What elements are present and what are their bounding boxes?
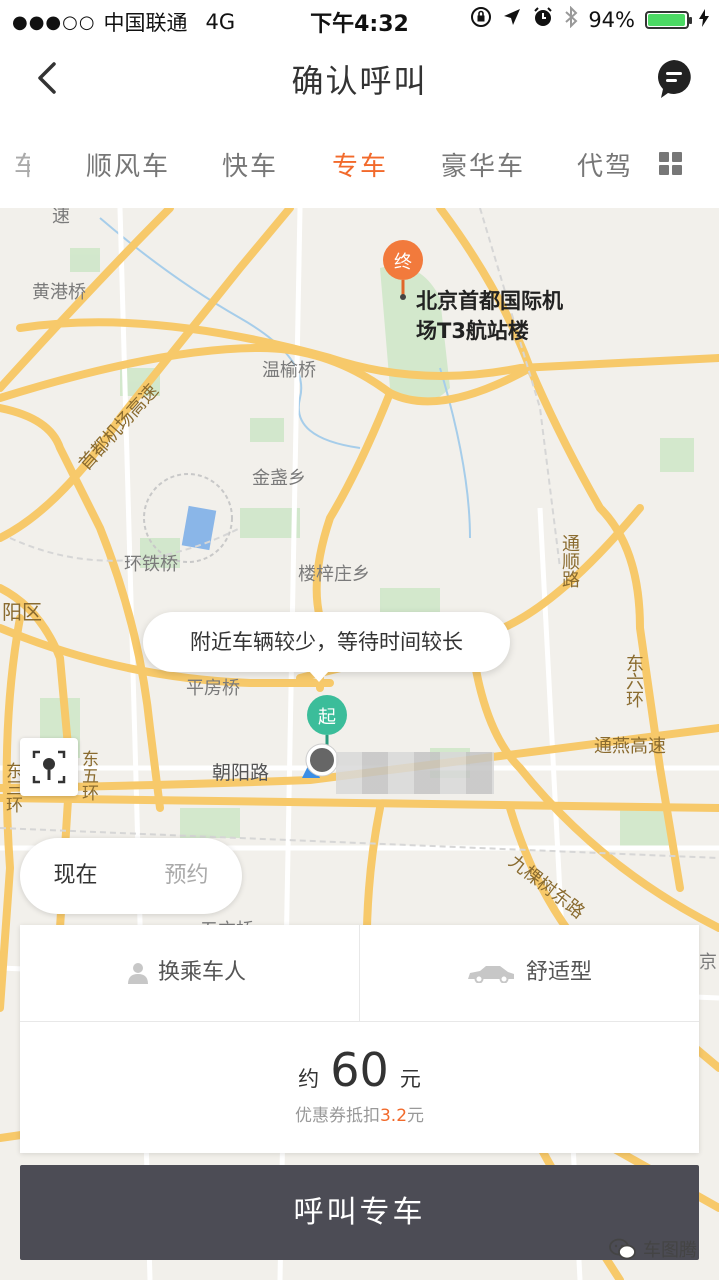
alarm-icon [532, 6, 554, 33]
location-arrow-icon [502, 7, 522, 32]
map-label-chaoyang-road: 朝阳路 [212, 762, 270, 784]
service-tabs: 车 顺风车 快车 专车 豪华车 代驾 [0, 118, 719, 209]
page-title: 确认呼叫 [291, 62, 428, 100]
map-label-tongshun: 通顺路 [559, 534, 580, 588]
grid-icon[interactable] [659, 152, 683, 176]
map-label-pingfang: 平房桥 [186, 678, 240, 699]
person-icon [128, 963, 148, 984]
destination-name-line2: 场T3航站楼 [416, 319, 529, 343]
map-label-top-road: 速 [52, 208, 70, 227]
map-label-chaoyang-district: 阳区 [2, 600, 42, 624]
charging-icon [699, 8, 709, 32]
locate-button[interactable] [20, 738, 78, 796]
time-reserve-label: 预约 [164, 863, 209, 888]
watermark-text: 车图腾 [643, 1240, 697, 1261]
price-prefix: 约 [298, 1067, 320, 1091]
status-bar: ●●●○○ 中国联通 4G 下午4:32 94% [0, 0, 719, 40]
time-toggle: 现在 预约 [20, 838, 242, 914]
price-value: 60 [330, 1043, 389, 1097]
coupon-info[interactable]: 优惠券抵扣3.2元 [20, 1101, 699, 1126]
wechat-icon [609, 1238, 636, 1260]
passenger-label: 换乘车人 [158, 960, 247, 985]
map-label-tongyan: 通燕高速 [594, 736, 666, 757]
map-label-louzizhuang: 楼梓庄乡 [298, 564, 370, 585]
map-label-wenyu: 温榆桥 [262, 360, 316, 381]
time-now-label: 现在 [53, 863, 98, 888]
rotation-lock-icon [470, 6, 492, 33]
coupon-unit: 元 [407, 1106, 425, 1126]
bluetooth-icon [564, 5, 578, 33]
tab-shunfengche[interactable]: 顺风车 [86, 146, 170, 183]
options-divider [359, 925, 360, 1021]
coupon-amount: 3.2 [379, 1106, 408, 1126]
battery-icon [645, 10, 692, 29]
blurred-address [336, 752, 494, 794]
watermark: 车图腾 [609, 1236, 697, 1262]
map-label-east-sixth-ring: 东六环 [623, 654, 644, 708]
map-label-huantie: 环铁桥 [124, 554, 178, 575]
car-type-label: 舒适型 [526, 960, 593, 985]
map-label-right-edge: 京 [699, 952, 717, 973]
order-options-row: 换乘车人 舒适型 [20, 925, 699, 1022]
car-icon [468, 966, 514, 983]
tab-haohuache[interactable]: 豪华车 [441, 146, 525, 183]
coupon-prefix: 优惠券抵扣 [294, 1106, 380, 1126]
map-label-east-fifth-ring: 东五环 [78, 750, 98, 801]
wait-time-tooltip: 附近车辆较少，等待时间较长 [143, 612, 510, 682]
destination-name: 北京首都国际机 场T3航站楼 [416, 286, 563, 346]
price-estimate: 约 60 元 [20, 1043, 699, 1097]
time-now-option[interactable]: 现在 [20, 838, 131, 914]
locate-icon [32, 750, 66, 784]
tab-zhuanche[interactable]: 专车 [332, 146, 388, 183]
time-reserve-option[interactable]: 预约 [131, 838, 242, 914]
tab-kuaiche[interactable]: 快车 [222, 146, 278, 183]
change-passenger-button[interactable]: 换乘车人 [128, 925, 246, 1021]
current-location-marker [300, 740, 340, 780]
nav-bar: 确认呼叫 [0, 40, 719, 118]
car-type-button[interactable]: 舒适型 [466, 925, 592, 1021]
map-label-huanggang: 黄港桥 [32, 282, 86, 303]
call-car-button[interactable]: 呼叫专车 [20, 1165, 699, 1260]
price-unit: 元 [399, 1067, 421, 1091]
battery-percent: 94% [588, 7, 635, 32]
destination-name-line1: 北京首都国际机 [416, 289, 563, 313]
tab-partial[interactable]: 车 [14, 146, 30, 183]
message-bubble-icon[interactable] [655, 58, 693, 100]
order-card: 换乘车人 舒适型 约 60 元 优惠券抵扣3.2元 [20, 925, 699, 1153]
tab-daijia[interactable]: 代驾 [577, 146, 633, 183]
start-pin-label: 起 [318, 707, 336, 728]
destination-pin-label: 终 [394, 252, 412, 273]
map-label-jinzhan: 金盏乡 [252, 468, 306, 489]
